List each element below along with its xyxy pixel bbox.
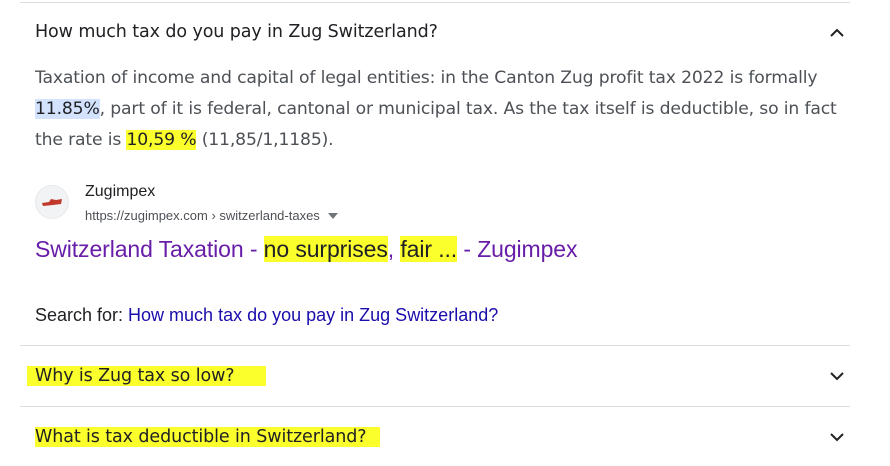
divider-top <box>20 2 850 3</box>
title-highlight-no-surprises: no surprises <box>263 236 388 262</box>
faq-answer: Taxation of income and capital of legal … <box>35 63 855 156</box>
source-url[interactable]: https://zugimpex.com › switzerland-taxes <box>85 208 338 223</box>
search-for-line: Search for: How much tax do you pay in Z… <box>35 305 498 326</box>
answer-text-1: Taxation of income and capital of legal … <box>35 68 818 88</box>
divider <box>20 406 850 407</box>
chevron-up-icon[interactable] <box>829 24 845 40</box>
faq-question-collapsed[interactable]: What is tax deductible in Switzerland? <box>35 423 845 451</box>
title-highlight-ellipsis: ... <box>438 236 458 262</box>
faq-question-text: Why is Zug tax so low? <box>27 366 267 386</box>
source-url-text: https://zugimpex.com › switzerland-taxes <box>85 208 320 223</box>
search-for-label: Search for: <box>35 305 129 325</box>
chevron-down-icon[interactable] <box>829 429 845 445</box>
divider <box>20 345 850 346</box>
faq-question-text: What is tax deductible in Switzerland? <box>35 427 381 447</box>
answer-fact-highlight: 10,59 % <box>126 130 197 150</box>
faq-question-text: How much tax do you pay in Zug Switzerla… <box>35 22 438 42</box>
answer-rate-highlight: 11.85% <box>35 99 100 119</box>
faq-question-collapsed[interactable]: Why is Zug tax so low? <box>27 362 845 390</box>
faq-question-open[interactable]: How much tax do you pay in Zug Switzerla… <box>35 18 845 46</box>
chevron-down-icon[interactable] <box>829 368 845 384</box>
source-title-link[interactable]: Switzerland Taxation - no surprises, fai… <box>35 236 578 263</box>
answer-text-3: (11,85/1,1185). <box>196 130 334 150</box>
title-highlight-fair: fair <box>400 236 432 262</box>
title-part: , <box>387 236 401 262</box>
search-for-link[interactable]: How much tax do you pay in Zug Switzerla… <box>128 305 498 325</box>
zugimpex-logo-icon[interactable] <box>35 185 69 219</box>
title-part: Switzerland Taxation - <box>35 236 264 262</box>
source-site-name[interactable]: Zugimpex <box>85 183 155 201</box>
caret-down-icon[interactable] <box>327 212 338 219</box>
title-part: - Zugimpex <box>457 236 578 262</box>
